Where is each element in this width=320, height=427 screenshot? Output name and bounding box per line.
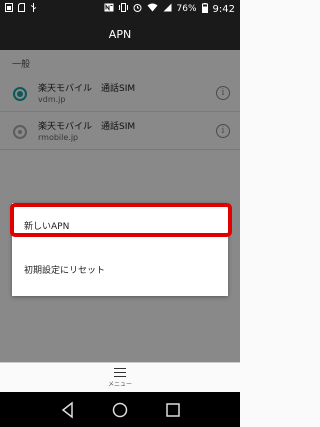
app-bar: APN: [0, 18, 240, 50]
wifi-icon: [147, 3, 158, 15]
status-left: [5, 3, 37, 15]
sd-card-icon: [18, 3, 25, 15]
alarm-icon: [133, 3, 142, 15]
highlight-frame: [10, 203, 232, 237]
navigation-bar: [0, 392, 240, 427]
status-bar: 76% 9:42: [0, 0, 240, 18]
back-icon[interactable]: [58, 400, 78, 420]
vibrate-icon: [118, 3, 128, 15]
home-icon[interactable]: [110, 400, 130, 420]
menu-label: メニュー: [107, 381, 132, 388]
recents-icon[interactable]: [163, 400, 183, 420]
usb-icon: [30, 3, 37, 15]
menu-button[interactable]: メニュー: [100, 366, 140, 392]
nfc-icon: [104, 3, 114, 15]
bottom-bar: メニュー: [0, 362, 240, 392]
signal-icon: [163, 3, 172, 15]
status-right: 76% 9:42: [104, 2, 235, 16]
page-title: APN: [108, 27, 132, 41]
battery-icon: [201, 2, 208, 16]
battery-percent: 76%: [176, 4, 197, 14]
notification-icon: [5, 3, 13, 15]
status-time: 9:42: [212, 3, 235, 15]
menu-icon: [114, 368, 126, 377]
apn-settings-content: 一般 楽天モバイル 通話SIM vdm.jp i 楽天モバイル 通話SIM rm…: [0, 50, 240, 362]
reset-defaults-menu-item[interactable]: 初期設定にリセット: [12, 245, 228, 280]
